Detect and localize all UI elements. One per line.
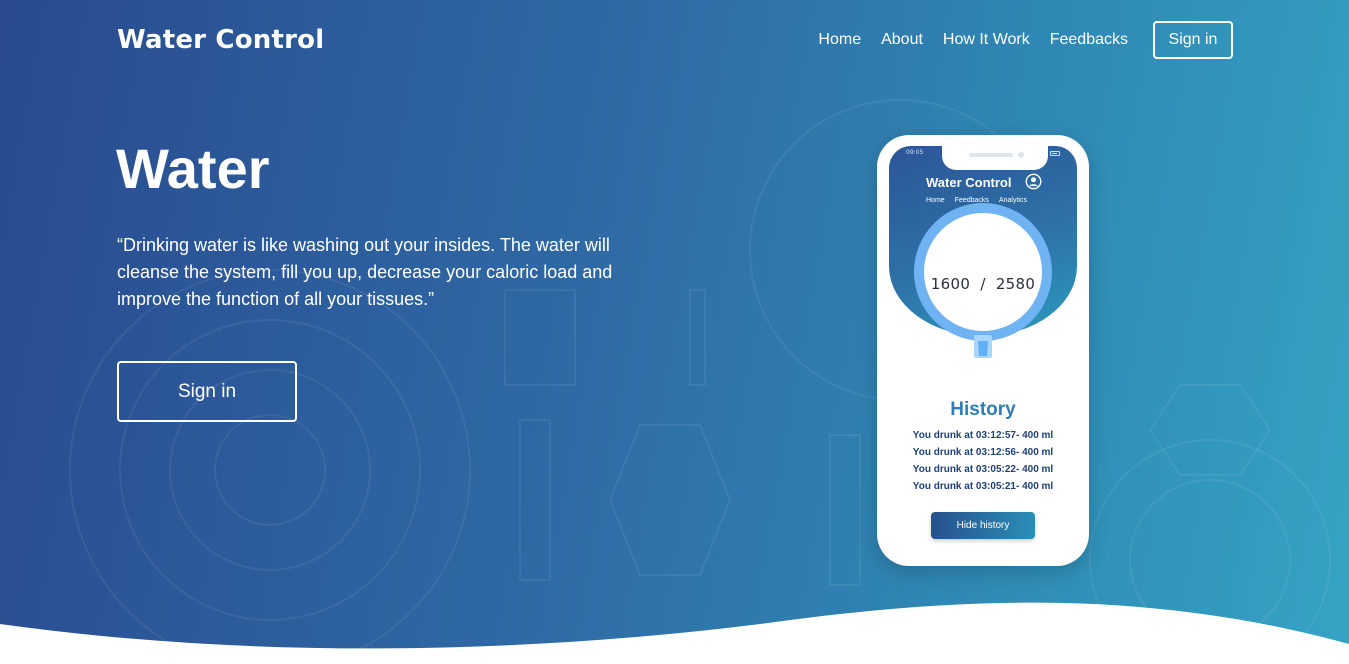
hero-quote: “Drinking water is like washing out your… [117, 235, 613, 309]
history-list: You drunk at 03:12:57- 400 ml You drunk … [889, 427, 1077, 495]
user-circle-icon[interactable] [1025, 173, 1042, 190]
nav-about[interactable]: About [881, 31, 923, 49]
history-item: You drunk at 03:05:21- 400 ml [912, 481, 1054, 492]
goal-value: 2580 [995, 275, 1036, 293]
hero-title: Water [116, 137, 270, 200]
water-counter: 1600 / 2580 [889, 275, 1077, 293]
consumed-value: 1600 [930, 275, 971, 293]
hero-signin-button[interactable]: Sign in [117, 361, 297, 422]
water-glass-icon[interactable] [974, 335, 992, 358]
nav-feedbacks[interactable]: Feedbacks [1050, 31, 1128, 49]
phone-mockup: 09:05 Water Control Home Feedbacks Analy… [877, 135, 1089, 566]
background-decoration [69, 99, 1331, 664]
app-title: Water Control [926, 175, 1012, 190]
history-item: You drunk at 03:12:56- 400 ml [912, 447, 1054, 458]
battery-icon [1050, 151, 1060, 156]
top-nav: Home About How It Work Feedbacks Sign in [798, 21, 1233, 59]
history-title: History [950, 399, 1016, 420]
phone-screen: 09:05 Water Control Home Feedbacks Analy… [889, 146, 1077, 555]
history-item: You drunk at 03:05:22- 400 ml [912, 464, 1054, 475]
nav-how-it-work[interactable]: How It Work [943, 31, 1030, 49]
brand-logo[interactable]: Water Control [117, 25, 324, 55]
history-item: You drunk at 03:12:57- 400 ml [912, 430, 1054, 441]
counter-separator: / [980, 275, 986, 293]
bottom-wave [0, 602, 1349, 664]
hide-history-button[interactable]: Hide history [931, 512, 1035, 539]
status-time: 09:05 [906, 149, 924, 156]
signin-button-top[interactable]: Sign in [1153, 21, 1233, 59]
nav-home[interactable]: Home [818, 31, 861, 49]
phone-notch [942, 146, 1048, 170]
